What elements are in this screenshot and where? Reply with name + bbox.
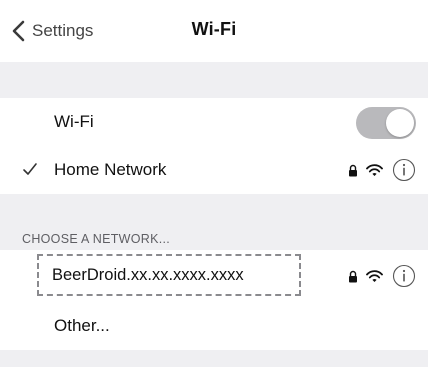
- network-status-icons: [348, 263, 416, 289]
- checkmark-icon: [23, 163, 37, 175]
- wifi-signal-icon: [366, 269, 383, 282]
- lock-icon: [349, 270, 357, 282]
- other-network-row[interactable]: Other...: [0, 302, 428, 350]
- group-spacer: [0, 62, 428, 98]
- toggle-knob: [386, 109, 414, 137]
- connected-network-row[interactable]: Home Network: [0, 146, 428, 194]
- group-spacer: [0, 350, 428, 367]
- network-status-icons: [348, 157, 416, 183]
- page-title: Wi-Fi: [191, 19, 237, 39]
- navigation-bar: Settings Wi-Fi: [0, 0, 428, 62]
- wifi-toggle-label: Wi-Fi: [54, 112, 94, 131]
- section-header: CHOOSE A NETWORK...: [22, 232, 171, 246]
- wifi-toggle-switch[interactable]: [356, 107, 416, 139]
- connected-network-name: Home Network: [54, 160, 167, 179]
- highlight-outline: [37, 254, 301, 296]
- lock-icon: [349, 164, 357, 176]
- info-icon[interactable]: [392, 264, 416, 288]
- other-network-label: Other...: [54, 316, 110, 335]
- wifi-toggle-row: Wi-Fi: [0, 98, 428, 146]
- wifi-signal-icon: [366, 163, 383, 176]
- info-icon[interactable]: [392, 158, 416, 182]
